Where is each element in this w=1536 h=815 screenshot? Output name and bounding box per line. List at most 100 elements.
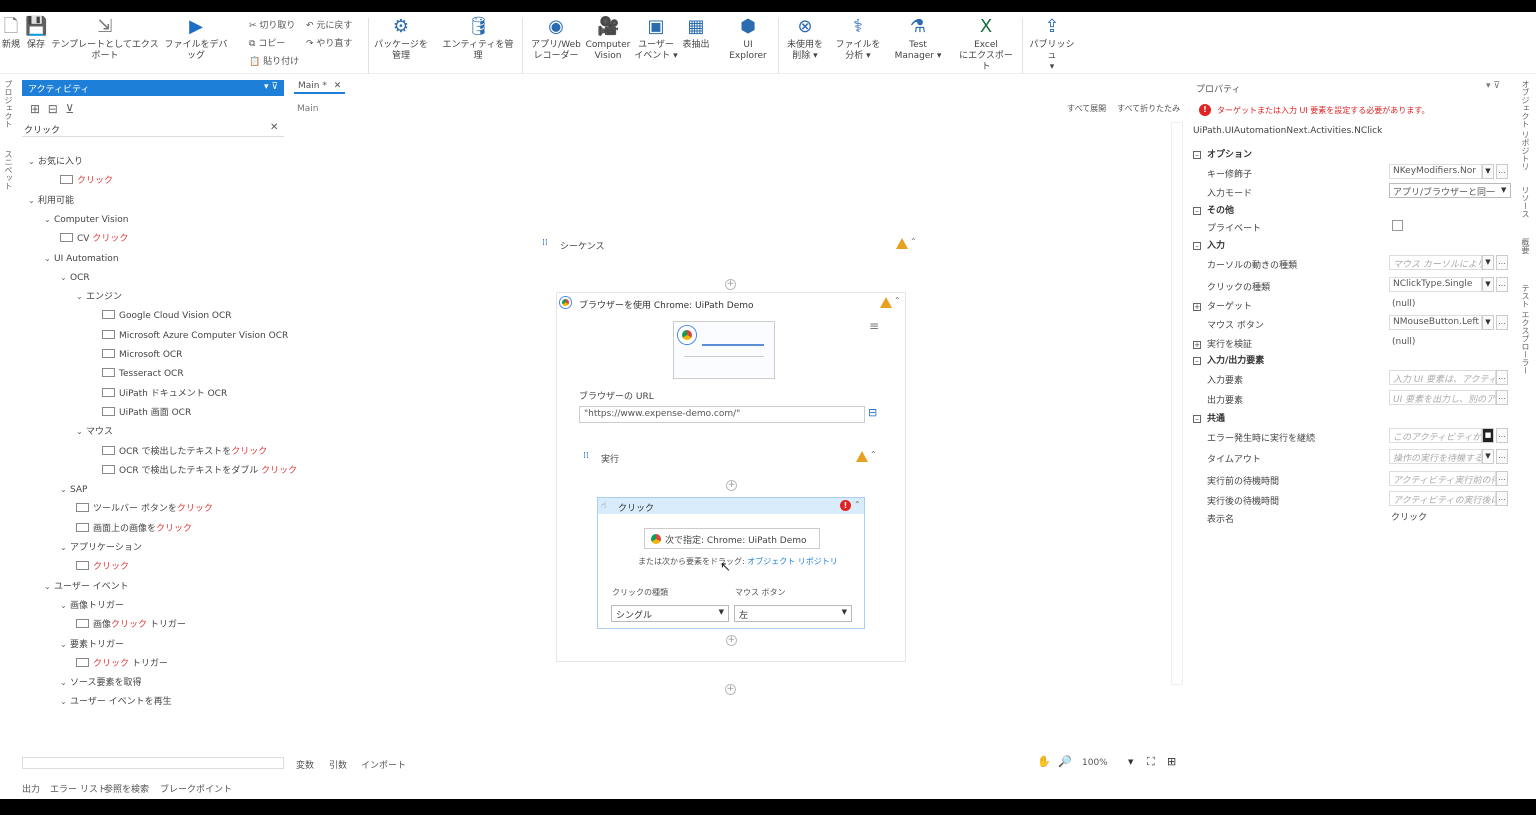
- collapse-all-link[interactable]: すべて折りたたみ: [1117, 103, 1180, 114]
- chevron-down-icon[interactable]: ⌄: [60, 677, 70, 689]
- tree-item[interactable]: ⌄ 利用可能: [28, 195, 74, 207]
- test-explorer-rail-tab[interactable]: テスト エクスプローラー: [1520, 284, 1531, 375]
- computer-vision-button[interactable]: 🎥 Computer Vision: [584, 16, 632, 62]
- tree-item[interactable]: Microsoft Azure Computer Vision OCR: [102, 329, 288, 342]
- display-name-value[interactable]: クリック: [1391, 510, 1427, 523]
- expand-all-link[interactable]: すべて展開: [1067, 103, 1106, 114]
- ellipsis-button[interactable]: …: [1496, 315, 1508, 330]
- ellipsis-button[interactable]: …: [1496, 491, 1508, 506]
- ellipsis-button[interactable]: …: [1496, 164, 1508, 179]
- activities-panel-header[interactable]: アクティビティ ▾ ⊽: [22, 80, 284, 96]
- close-tab-icon[interactable]: ✕: [334, 81, 342, 91]
- chevron-down-icon[interactable]: ⌄: [44, 214, 54, 226]
- tree-item[interactable]: ⌄ 要素トリガー: [60, 639, 124, 651]
- zoom-icon[interactable]: 🔎: [1058, 755, 1072, 768]
- ellipsis-button[interactable]: …: [1496, 428, 1508, 443]
- add-activity-icon[interactable]: +: [726, 635, 737, 646]
- chevron-down-icon[interactable]: ⌄: [76, 426, 86, 438]
- chevron-down-icon[interactable]: ⌄: [60, 639, 70, 651]
- input-mode-select[interactable]: アプリ/ブラウザーと同一: [1389, 183, 1511, 198]
- private-checkbox[interactable]: [1392, 220, 1403, 231]
- tree-item[interactable]: ⌄ ソース要素を取得: [60, 677, 142, 689]
- hand-icon[interactable]: ✋: [1037, 755, 1051, 768]
- sequence-container[interactable]: ⁞⁞ シーケンス ⌃ + ブラウザーを使用 Chrome: UiPath Dem…: [540, 234, 920, 699]
- add-activity-icon[interactable]: +: [726, 480, 737, 491]
- copy-button[interactable]: ⧉ コピー: [249, 36, 285, 49]
- chevron-down-icon[interactable]: ⌄: [60, 484, 70, 496]
- ellipsis-button[interactable]: …: [1496, 390, 1508, 405]
- tree-item[interactable]: Tesseract OCR: [102, 368, 184, 380]
- arguments-tab[interactable]: 引数: [329, 758, 347, 771]
- ellipsis-button[interactable]: …: [1496, 277, 1508, 292]
- collapse-icon[interactable]: ⌃: [854, 500, 861, 509]
- tree-item[interactable]: 画像クリック トリガー: [76, 619, 186, 631]
- resources-rail-tab[interactable]: リソース: [1520, 186, 1531, 218]
- export-template-button[interactable]: ⇲ テンプレートとしてエクスポート: [50, 16, 160, 62]
- cursor-motion-value[interactable]: マウス カーソルによりタ: [1389, 255, 1482, 270]
- app-web-recorder-button[interactable]: ◉ アプリ/Web レコーダー: [528, 16, 584, 62]
- manage-entities-button[interactable]: 🛢 エンティティを管理: [440, 16, 516, 62]
- tab-main[interactable]: Main * ✕: [294, 80, 346, 94]
- section-options[interactable]: – オプション: [1193, 147, 1252, 160]
- collapse-icon[interactable]: ⌃: [910, 237, 917, 246]
- tree-item[interactable]: ツールバー ボタンをクリック: [76, 503, 213, 515]
- tree-item[interactable]: Google Cloud Vision OCR: [102, 310, 232, 322]
- filter-icon[interactable]: ⊻: [65, 102, 74, 116]
- undo-button[interactable]: ↶ 元に戻す: [306, 18, 352, 31]
- designer-scrollbar[interactable]: [1171, 122, 1183, 685]
- analyze-file-button[interactable]: ⚕ ファイルを 分析 ▾: [834, 16, 882, 62]
- url-picker-icon[interactable]: ⊟: [868, 406, 877, 419]
- tree-item[interactable]: ⌄ マウス: [76, 426, 113, 438]
- mouse-button-select[interactable]: 左 ▼: [734, 605, 852, 622]
- use-browser-card[interactable]: ブラウザーを使用 Chrome: UiPath Demo ⌃ ≡ ブラウザーの …: [556, 292, 906, 662]
- variables-tab[interactable]: 変数: [296, 758, 314, 771]
- tree-item[interactable]: クリック トリガー: [76, 657, 168, 670]
- find-references-tab[interactable]: 参照を検索: [104, 782, 149, 795]
- delay-after-value[interactable]: アクティビティの実行後に: [1389, 491, 1496, 506]
- object-repository-link[interactable]: オブジェクト リポジトリ: [747, 557, 838, 566]
- new-button[interactable]: 🗋 新規: [0, 16, 22, 51]
- test-manager-button[interactable]: ⚗ Test Manager ▾: [890, 16, 946, 62]
- collapse-icon[interactable]: ⌃: [894, 296, 901, 305]
- click-type-select[interactable]: シングル ▼: [611, 605, 729, 622]
- tree-item[interactable]: UiPath 画面 OCR: [102, 406, 191, 419]
- debug-file-button[interactable]: ▶ ファイルをデバッグ: [163, 16, 229, 62]
- fit-screen-icon[interactable]: ⛶: [1147, 755, 1155, 769]
- save-button[interactable]: 💾 保存: [24, 16, 48, 51]
- tree-item[interactable]: ⌄ お気に入り: [28, 156, 83, 168]
- outline-rail-tab[interactable]: 概要: [1520, 238, 1531, 254]
- chevron-down-icon[interactable]: ⌄: [76, 291, 86, 303]
- chevron-down-icon[interactable]: ⌄: [44, 581, 54, 593]
- ui-explorer-button[interactable]: ⬢ UI Explorer: [724, 16, 772, 62]
- snippets-rail-tab[interactable]: スニペット: [2, 150, 14, 190]
- ellipsis-button[interactable]: …: [1496, 370, 1508, 385]
- section-input[interactable]: – 入力: [1193, 238, 1225, 251]
- tree-item[interactable]: ⌄ Computer Vision: [44, 214, 128, 226]
- timeout-value[interactable]: 操作の実行を待機する: [1389, 449, 1482, 464]
- table-extract-button[interactable]: ▦ 表抽出: [678, 16, 714, 51]
- chevron-down-icon[interactable]: ⌄: [60, 600, 70, 612]
- click-type-value[interactable]: NClickType.Single: [1389, 277, 1482, 292]
- object-repository-rail-tab[interactable]: オブジェクト リポジトリ: [1520, 80, 1531, 171]
- tree-item[interactable]: ⌄ ユーザー イベント: [44, 581, 129, 593]
- tree-item[interactable]: クリック: [76, 561, 129, 573]
- section-io-elements[interactable]: – 入力/出力要素: [1193, 353, 1264, 366]
- zoom-chevron-down-icon[interactable]: ▼: [1128, 758, 1133, 766]
- error-list-tab[interactable]: エラー リスト: [50, 782, 107, 795]
- dropdown-icon[interactable]: ▼: [1482, 315, 1494, 330]
- dropdown-icon[interactable]: ▼: [1482, 164, 1494, 179]
- add-activity-icon[interactable]: +: [725, 684, 736, 695]
- verify-row[interactable]: + 実行を検証: [1193, 337, 1252, 350]
- ellipsis-button[interactable]: …: [1496, 449, 1508, 464]
- excel-export-button[interactable]: X Excel にエクスポート: [956, 16, 1016, 73]
- indicate-target-button[interactable]: 次で指定: Chrome: UiPath Demo: [644, 528, 820, 549]
- collapse-icon[interactable]: ⌃: [870, 450, 877, 459]
- tree-item[interactable]: ⌄ アプリケーション: [60, 542, 142, 554]
- tree-item[interactable]: ⌄ 画像トリガー: [60, 600, 124, 612]
- overview-icon[interactable]: ⊞: [1167, 755, 1176, 768]
- ellipsis-button[interactable]: …: [1496, 471, 1508, 486]
- redo-button[interactable]: ↷ やり直す: [306, 36, 352, 49]
- mouse-button-value[interactable]: NMouseButton.Left: [1389, 315, 1482, 330]
- tree-item[interactable]: ⌄ ユーザー イベントを再生: [60, 696, 172, 708]
- dropdown-icon[interactable]: ▼: [1482, 449, 1494, 464]
